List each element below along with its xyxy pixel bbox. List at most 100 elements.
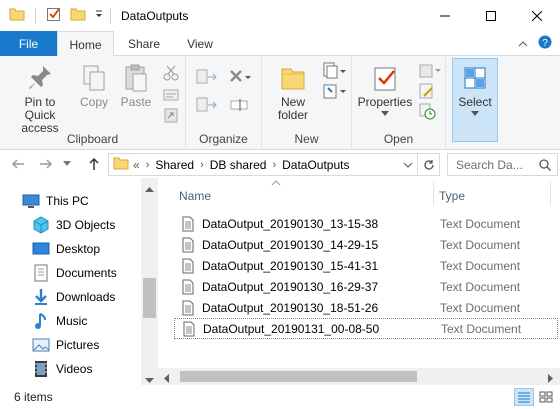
nav-item-music[interactable]: Music bbox=[32, 311, 87, 331]
delete-icon[interactable] bbox=[228, 68, 252, 86]
address-row: « › Shared › DB shared › DataOutputs Sea… bbox=[0, 150, 560, 178]
properties-dropdown-icon bbox=[381, 111, 389, 116]
breadcrumb-dataoutputs[interactable]: DataOutputs bbox=[282, 158, 349, 172]
nav-item-videos[interactable]: Videos bbox=[32, 359, 92, 379]
customize-toolbar-icon[interactable] bbox=[94, 7, 104, 24]
large-icons-view-button[interactable] bbox=[536, 388, 556, 406]
new-folder-button[interactable]: New folder bbox=[268, 62, 318, 122]
column-divider[interactable] bbox=[550, 182, 551, 206]
nav-item-desktop[interactable]: Desktop bbox=[32, 239, 100, 259]
rename-icon[interactable] bbox=[230, 96, 248, 114]
file-row[interactable]: DataOutput_20190131_00-08-50 Text Docume… bbox=[174, 318, 558, 339]
nav-item-label: This PC bbox=[46, 194, 89, 208]
history-icon[interactable] bbox=[418, 102, 436, 120]
copy-path-icon[interactable] bbox=[162, 86, 180, 104]
maximize-button[interactable] bbox=[468, 0, 514, 31]
pin-quick-access-button[interactable]: Pin to Quick access bbox=[6, 62, 74, 135]
copy-icon bbox=[78, 62, 110, 94]
file-row[interactable]: DataOutput_20190130_18-51-26 Text Docume… bbox=[174, 297, 558, 318]
tab-file[interactable]: File bbox=[0, 31, 57, 56]
search-input[interactable]: Search Da... bbox=[447, 153, 558, 176]
tab-share[interactable]: Share bbox=[118, 31, 170, 56]
nav-item-downloads[interactable]: Downloads bbox=[32, 287, 115, 307]
breadcrumb-overflow[interactable]: « bbox=[133, 158, 140, 172]
forward-button[interactable] bbox=[38, 156, 54, 172]
select-content: Select bbox=[452, 62, 498, 117]
maximize-icon bbox=[486, 10, 496, 21]
file-row[interactable]: DataOutput_20190130_16-29-37 Text Docume… bbox=[174, 276, 558, 297]
properties-quick-icon[interactable] bbox=[46, 6, 62, 25]
large-icons-view-icon bbox=[539, 391, 553, 403]
scrollbar-thumb[interactable] bbox=[180, 371, 417, 382]
nav-item-3d-objects[interactable]: 3D Objects bbox=[32, 215, 115, 235]
ribbon: Pin to Quick access Copy Paste Clipboard bbox=[0, 56, 560, 150]
file-row[interactable]: DataOutput_20190130_13-15-38 Text Docume… bbox=[174, 213, 558, 234]
easy-access-icon[interactable] bbox=[322, 82, 346, 100]
column-divider[interactable] bbox=[433, 182, 434, 206]
collapse-ribbon-icon[interactable] bbox=[518, 37, 528, 51]
recent-locations-button[interactable] bbox=[62, 156, 72, 172]
copy-to-icon[interactable] bbox=[196, 96, 218, 114]
scroll-right-icon[interactable] bbox=[548, 372, 554, 386]
file-name: DataOutput_20190130_18-51-26 bbox=[202, 300, 379, 315]
back-button[interactable] bbox=[10, 156, 26, 172]
open-group-label: Open bbox=[383, 132, 414, 146]
file-type: Text Document bbox=[440, 300, 521, 315]
breadcrumb-db-shared[interactable]: DB shared bbox=[210, 158, 267, 172]
nav-item-documents[interactable]: Documents bbox=[32, 263, 117, 283]
scrollbar-thumb[interactable] bbox=[143, 278, 156, 318]
paste-icon bbox=[120, 62, 152, 94]
paste-shortcut-icon[interactable] bbox=[162, 106, 180, 124]
text-document-icon bbox=[183, 321, 195, 336]
nav-item-this-pc[interactable]: This PC bbox=[22, 191, 89, 211]
copy-label: Copy bbox=[79, 95, 108, 109]
new-folder-quick-icon[interactable] bbox=[70, 7, 86, 24]
select-label: Select bbox=[458, 95, 492, 109]
refresh-button[interactable] bbox=[417, 153, 439, 176]
file-list-scrollbar[interactable] bbox=[158, 368, 560, 385]
nav-item-label: Music bbox=[56, 314, 88, 328]
move-to-icon[interactable] bbox=[196, 68, 218, 86]
text-document-icon bbox=[182, 258, 194, 273]
column-header-name[interactable]: Name bbox=[179, 185, 211, 207]
help-icon[interactable]: ? bbox=[538, 35, 552, 52]
up-button[interactable] bbox=[86, 156, 102, 172]
file-name: DataOutput_20190130_16-29-37 bbox=[202, 279, 379, 294]
close-button[interactable] bbox=[514, 0, 560, 31]
breadcrumb-chevron-icon[interactable]: › bbox=[146, 159, 150, 171]
open-icon[interactable] bbox=[418, 62, 442, 80]
nav-pane-scrollbar[interactable] bbox=[141, 178, 158, 385]
pictures-icon bbox=[32, 336, 50, 354]
address-dropdown-icon[interactable] bbox=[403, 158, 413, 172]
breadcrumb-chevron-icon[interactable]: › bbox=[200, 159, 204, 171]
music-icon bbox=[32, 312, 50, 330]
tab-home[interactable]: Home bbox=[57, 31, 114, 57]
nav-item-pictures[interactable]: Pictures bbox=[32, 335, 99, 355]
copy-button[interactable]: Copy bbox=[76, 62, 112, 109]
file-row[interactable]: DataOutput_20190130_15-41-31 Text Docume… bbox=[174, 255, 558, 276]
search-placeholder: Search Da... bbox=[456, 157, 523, 172]
videos-icon bbox=[32, 360, 50, 378]
breadcrumb-shared[interactable]: Shared bbox=[155, 158, 194, 172]
ribbon-tabs: File Home Share View bbox=[0, 31, 560, 57]
this-pc-icon bbox=[22, 192, 40, 210]
new-item-icon[interactable] bbox=[322, 62, 346, 80]
nav-item-label: Pictures bbox=[56, 338, 100, 352]
tab-view[interactable]: View bbox=[172, 31, 228, 56]
cut-icon[interactable] bbox=[162, 64, 180, 82]
properties-button[interactable]: Properties bbox=[356, 62, 414, 117]
breadcrumb-chevron-icon[interactable]: › bbox=[272, 159, 276, 171]
address-bar[interactable]: « › Shared › DB shared › DataOutputs bbox=[108, 153, 440, 176]
file-type: Text Document bbox=[441, 321, 522, 336]
details-view-button[interactable] bbox=[514, 388, 534, 406]
minimize-button[interactable] bbox=[422, 0, 468, 31]
paste-button[interactable]: Paste bbox=[118, 62, 154, 109]
pin-icon bbox=[24, 62, 56, 94]
clipboard-group: Pin to Quick access Copy Paste Clipboard bbox=[0, 56, 186, 150]
edit-icon[interactable] bbox=[418, 82, 436, 100]
file-name: DataOutput_20190131_00-08-50 bbox=[203, 321, 380, 336]
scroll-up-icon[interactable] bbox=[145, 182, 154, 196]
file-row[interactable]: DataOutput_20190130_14-29-15 Text Docume… bbox=[174, 234, 558, 255]
column-header-type[interactable]: Type bbox=[439, 185, 465, 207]
scroll-left-icon[interactable] bbox=[164, 372, 170, 386]
